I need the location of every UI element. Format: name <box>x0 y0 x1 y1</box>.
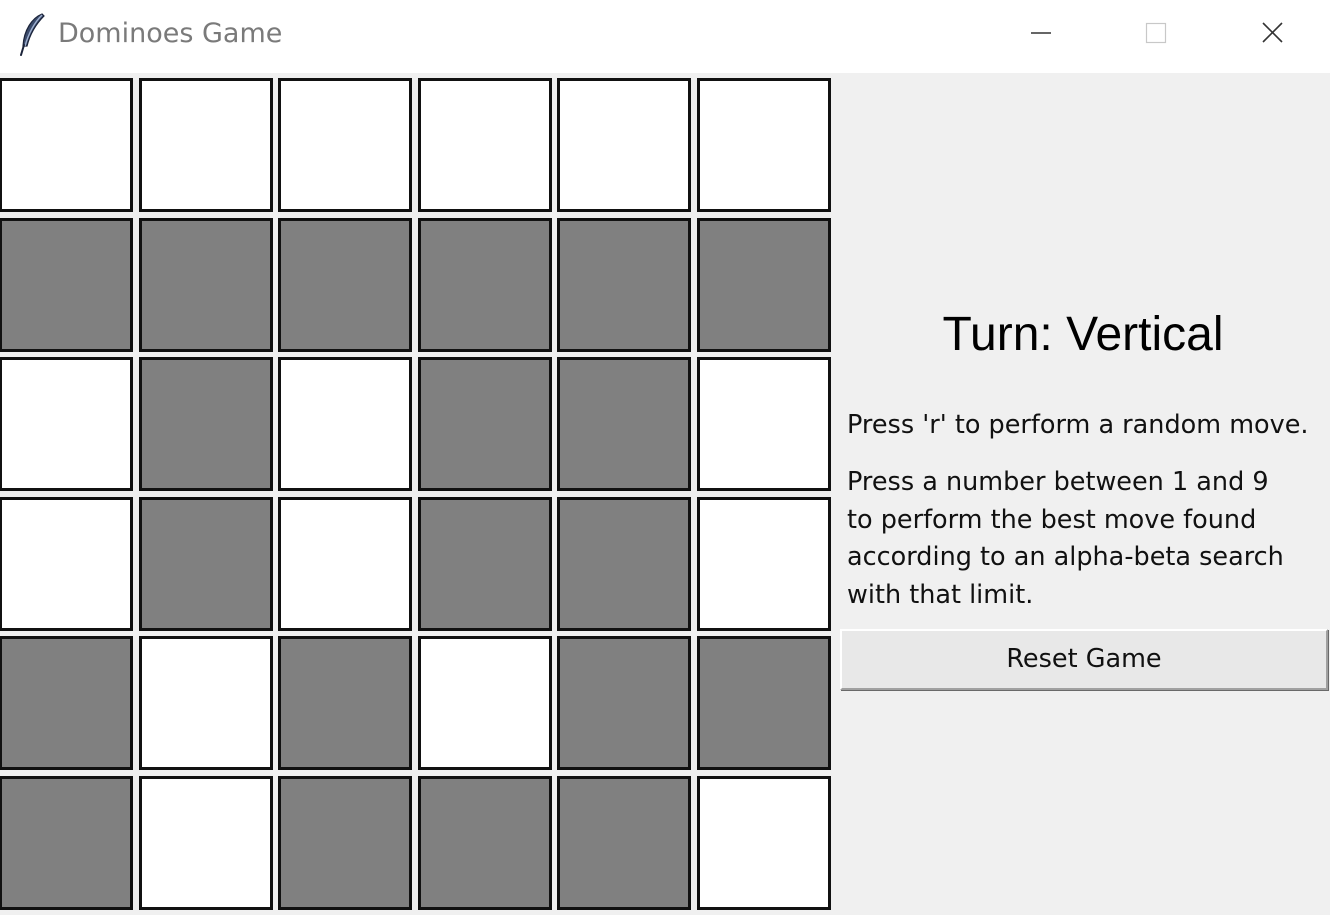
board-cell-r1-c3[interactable] <box>278 78 412 212</box>
board-cell-r6-c6[interactable] <box>696 775 831 910</box>
board-cell-r1-c2[interactable] <box>138 78 273 212</box>
board-cell-r3-c2[interactable] <box>138 357 273 491</box>
board-cell-r6-c5[interactable] <box>557 775 691 910</box>
game-board[interactable] <box>0 78 832 912</box>
window-title: Dominoes Game <box>58 18 283 49</box>
board-cell-r1-c5[interactable] <box>557 78 691 212</box>
board-cell-r3-c4[interactable] <box>417 357 552 491</box>
board-cell-r5-c3[interactable] <box>278 636 412 770</box>
close-button[interactable] <box>1215 0 1327 66</box>
app-window: Dominoes Game Turn: Vertical Press 'r' t… <box>0 0 1330 915</box>
search-hint-line: with that limit. <box>847 579 1034 610</box>
board-cell-r2-c1[interactable] <box>0 217 133 352</box>
board-cell-r5-c5[interactable] <box>557 636 691 770</box>
feather-icon <box>18 12 48 56</box>
board-cell-r6-c1[interactable] <box>0 775 133 910</box>
board-cell-r5-c2[interactable] <box>138 636 273 770</box>
title-bar[interactable]: Dominoes Game <box>0 0 1330 73</box>
board-cell-r1-c1[interactable] <box>0 78 133 212</box>
search-hint-line: according to an alpha-beta search <box>847 542 1284 572</box>
board-cell-r4-c1[interactable] <box>0 496 133 631</box>
side-panel: Turn: Vertical Press 'r' to perform a ra… <box>836 73 1330 915</box>
board-cell-r3-c3[interactable] <box>278 357 412 491</box>
board-cell-r4-c3[interactable] <box>278 496 412 631</box>
minimize-button[interactable] <box>985 0 1097 66</box>
board-cell-r4-c5[interactable] <box>557 496 691 631</box>
search-move-hint: Press a number between 1 and 9 to perfor… <box>847 464 1284 614</box>
board-cell-r3-c1[interactable] <box>0 357 133 491</box>
board-cell-r5-c1[interactable] <box>0 636 133 770</box>
board-cell-r5-c4[interactable] <box>417 636 552 770</box>
turn-indicator: Turn: Vertical <box>942 308 1224 361</box>
board-cell-r4-c4[interactable] <box>417 496 552 631</box>
search-hint-line: Press a number between 1 and 9 <box>847 467 1269 497</box>
board-cell-r1-c6[interactable] <box>696 78 831 212</box>
board-cell-r6-c3[interactable] <box>278 775 412 910</box>
board-cell-r5-c6[interactable] <box>696 636 831 770</box>
board-cell-r2-c3[interactable] <box>278 217 412 352</box>
board-cell-r4-c6[interactable] <box>696 496 831 631</box>
board-cell-r2-c2[interactable] <box>138 217 273 352</box>
board-cell-r2-c6[interactable] <box>696 217 831 352</box>
board-cell-r3-c6[interactable] <box>696 357 831 491</box>
board-cell-r4-c2[interactable] <box>138 496 273 631</box>
board-cell-r2-c5[interactable] <box>557 217 691 352</box>
maximize-button[interactable] <box>1100 0 1212 66</box>
search-hint-line: to perform the best move found <box>847 504 1257 535</box>
board-cell-r6-c2[interactable] <box>138 775 273 910</box>
board-cell-r3-c5[interactable] <box>557 357 691 491</box>
board-cell-r1-c4[interactable] <box>417 78 552 212</box>
board-cell-r2-c4[interactable] <box>417 217 552 352</box>
reset-game-button[interactable]: Reset Game <box>840 629 1328 690</box>
board-cell-r6-c4[interactable] <box>417 775 552 910</box>
random-move-hint: Press 'r' to perform a random move. <box>847 410 1309 440</box>
